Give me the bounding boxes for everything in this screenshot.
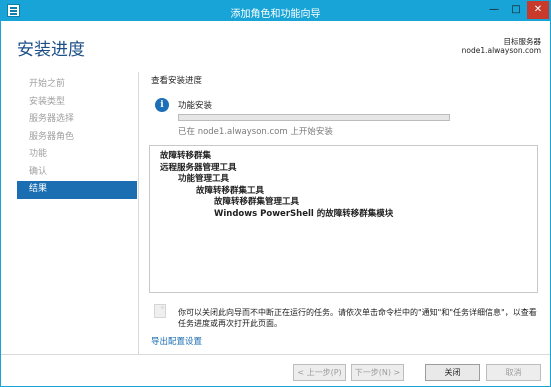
status-title: 功能安装 <box>178 101 213 111</box>
close-button[interactable]: 关闭 <box>425 364 480 381</box>
progress-status-text: 已在 node1.alwayson.com 上开始安装 <box>178 127 333 137</box>
title-bar[interactable]: 添加角色和功能向导 — □ ✕ <box>1 1 550 21</box>
footer-divider <box>1 354 550 355</box>
nav-item-before-you-begin: 开始之前 <box>29 79 66 89</box>
target-server-name: node1.alwayson.com <box>461 46 541 55</box>
nav-item-confirmation: 确认 <box>29 166 48 177</box>
result-item: Windows PowerShell 的故障转移群集模块 <box>214 208 394 219</box>
page-title: 安装进度 <box>17 40 85 60</box>
window-title: 添加角色和功能向导 <box>230 9 321 20</box>
progress-bar <box>178 114 450 121</box>
section-title: 查看安装进度 <box>151 76 203 86</box>
maximize-button[interactable]: □ <box>505 1 527 19</box>
nav-item-installation-type: 安装类型 <box>29 96 66 107</box>
nav-divider <box>138 72 139 354</box>
info-icon: i <box>155 98 169 112</box>
note-icon <box>154 304 166 318</box>
previous-button[interactable]: < 上一步(P) <box>293 364 346 381</box>
result-item: 功能管理工具 <box>178 174 230 184</box>
target-server-label: 目标服务器 node1.alwayson.com <box>462 37 541 55</box>
results-list[interactable]: 故障转移群集 远程服务器管理工具 功能管理工具 故障转移群集工具 故障转移群集管… <box>149 145 538 293</box>
close-window-button[interactable]: ✕ <box>527 1 549 19</box>
result-item: 故障转移群集 <box>160 151 212 161</box>
result-item: 故障转移群集管理工具 <box>214 197 300 207</box>
target-server-caption: 目标服务器 <box>503 37 542 46</box>
nav-item-features: 功能 <box>29 149 48 159</box>
cancel-button[interactable]: 取消 <box>486 364 541 381</box>
minimize-button[interactable]: — <box>483 1 505 19</box>
next-button[interactable]: 下一步(N) > <box>351 364 404 381</box>
wizard-window: 添加角色和功能向导 — □ ✕ 安装进度 目标服务器 node1.alwayso… <box>0 0 551 387</box>
export-config-link[interactable]: 导出配置设置 <box>151 335 202 347</box>
nav-item-server-roles: 服务器角色 <box>29 131 75 142</box>
wizard-nav: 开始之前 安装类型 服务器选择 服务器角色 功能 确认 结果 <box>17 76 137 199</box>
note-text: 你可以关闭此向导而不中断正在运行的任务。请依次单击命令栏中的"通知"和"任务详细… <box>178 308 537 328</box>
result-item: 远程服务器管理工具 <box>160 162 237 173</box>
result-item: 故障转移群集工具 <box>196 185 265 196</box>
nav-item-server-selection: 服务器选择 <box>29 114 75 124</box>
nav-item-results[interactable]: 结果 <box>17 181 137 199</box>
